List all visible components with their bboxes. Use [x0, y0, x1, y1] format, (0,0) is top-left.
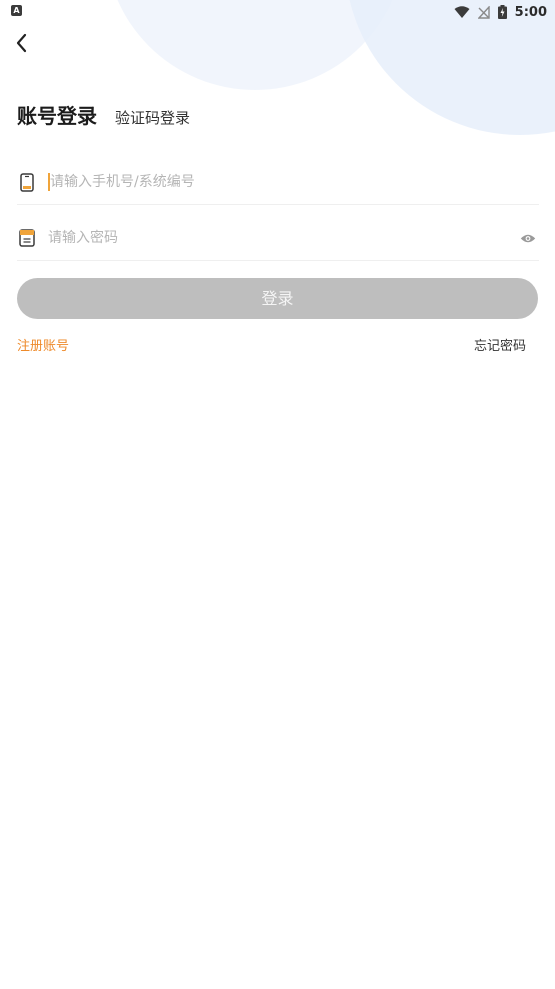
- wifi-icon: [454, 5, 470, 18]
- password-field-row: [17, 216, 539, 261]
- login-mode-tabs: 账号登录 验证码登录: [17, 100, 190, 129]
- tab-account-login[interactable]: 账号登录: [17, 100, 97, 129]
- phone-icon: [18, 172, 36, 192]
- status-icons: 5:00: [454, 3, 547, 21]
- status-time: 5:00: [514, 4, 547, 20]
- forgot-password-link[interactable]: 忘记密码: [474, 335, 526, 354]
- header-background-decoration: [0, 0, 555, 160]
- password-input[interactable]: [48, 223, 519, 253]
- no-signal-icon: [477, 5, 490, 19]
- back-arrow-icon: [16, 33, 27, 53]
- battery-icon: [497, 5, 507, 19]
- eye-icon[interactable]: [519, 229, 537, 247]
- status-bar: A 5:00: [0, 0, 555, 24]
- login-button[interactable]: 登录: [17, 278, 538, 319]
- tab-code-login[interactable]: 验证码登录: [115, 107, 190, 128]
- phone-field-row: [17, 160, 539, 205]
- back-button[interactable]: [10, 30, 36, 56]
- phone-input[interactable]: [50, 167, 539, 197]
- lock-icon: [18, 228, 36, 248]
- register-link[interactable]: 注册账号: [17, 335, 69, 354]
- notification-badge: A: [11, 5, 22, 16]
